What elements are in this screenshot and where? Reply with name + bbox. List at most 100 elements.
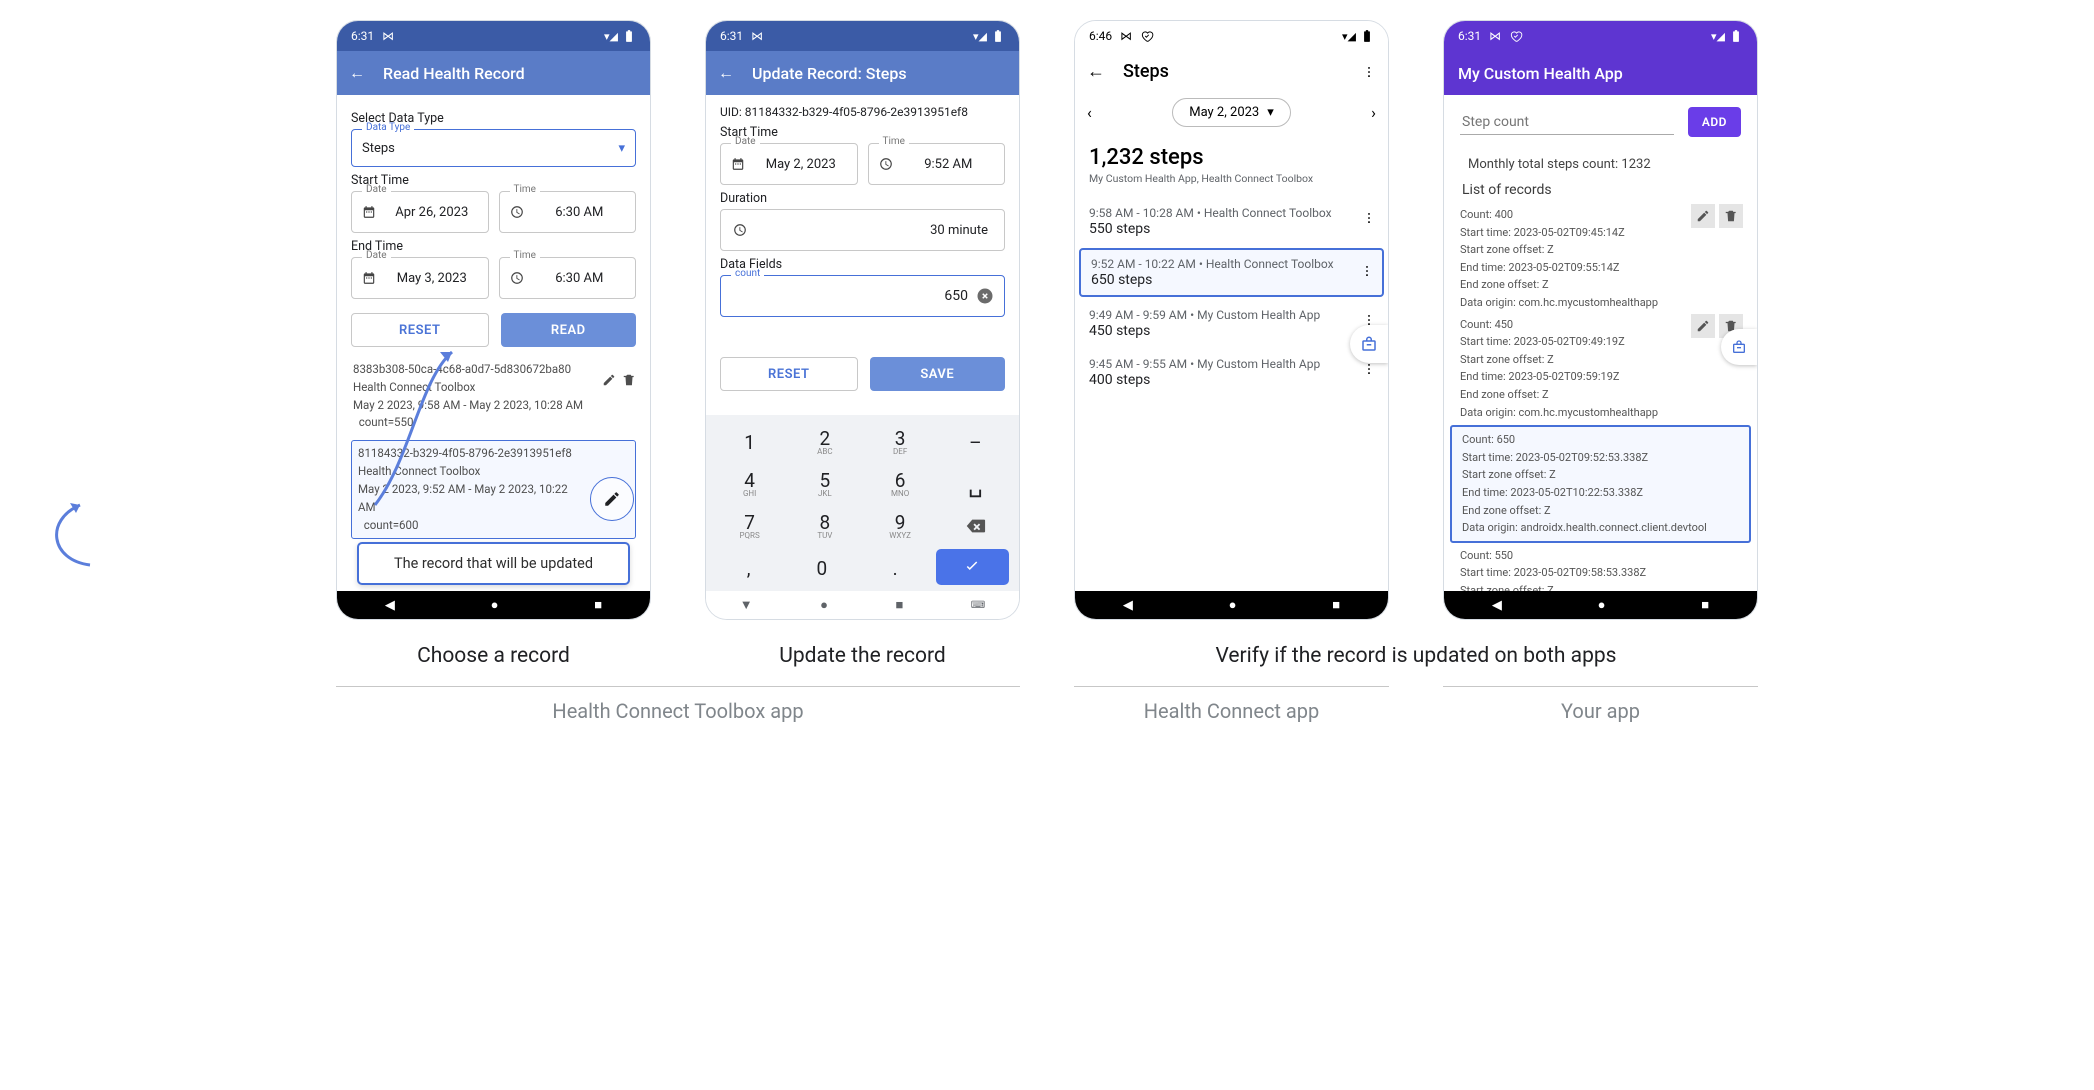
edit-icon[interactable] xyxy=(602,373,616,387)
key-6[interactable]: 6MNO xyxy=(863,463,938,505)
data-type-value: Steps xyxy=(362,141,395,156)
key-9[interactable]: 9WXYZ xyxy=(863,505,938,547)
add-button[interactable]: ADD xyxy=(1688,107,1741,137)
nav-bar: ▼ ● ■ ⌨ xyxy=(706,591,1019,619)
more-icon[interactable] xyxy=(1362,211,1376,225)
nav-back-icon[interactable]: ◀ xyxy=(1123,598,1133,613)
record-item-1: 8383b308-50ca-4c68-a0d7-5d830672ba80 Hea… xyxy=(351,357,636,436)
status-bar: 6:31⋈ ▾◢ xyxy=(1444,21,1757,51)
back-icon[interactable]: ← xyxy=(1087,61,1105,82)
read-button[interactable]: READ xyxy=(501,313,637,347)
end-time-input[interactable]: Time 6:30 AM xyxy=(499,257,637,299)
phone-health-connect: 6:46⋈ ▾◢ ← Steps ‹ May 2, 2023 ▾ › 1,232… xyxy=(1074,20,1389,620)
toolbox-icon xyxy=(1360,335,1378,353)
start-time-label: Start Time xyxy=(351,173,636,188)
back-icon[interactable]: ← xyxy=(349,63,365,83)
next-day-icon[interactable]: › xyxy=(1371,103,1376,122)
sub-caption-1: Health Connect Toolbox app xyxy=(336,686,1020,723)
nav-home-icon[interactable]: ● xyxy=(491,597,499,613)
key-7[interactable]: 7PQRS xyxy=(712,505,787,547)
heart-icon xyxy=(1140,29,1154,43)
start-time-input[interactable]: Time 6:30 AM xyxy=(499,191,637,233)
calendar-icon xyxy=(362,271,376,285)
status-right: ▾◢ xyxy=(604,29,636,43)
date-pick-button[interactable]: May 2, 2023 ▾ xyxy=(1172,98,1291,127)
gmail-icon: ⋈ xyxy=(751,29,763,43)
data-type-select[interactable]: Data Type Steps ▾ xyxy=(351,129,636,167)
delete-icon[interactable] xyxy=(622,373,636,387)
nav-ime-icon[interactable]: ▼ xyxy=(740,597,753,613)
key-comma[interactable]: , xyxy=(712,547,785,589)
edit-button[interactable] xyxy=(1691,204,1715,228)
nav-back-icon[interactable]: ◀ xyxy=(1492,598,1502,613)
key-done[interactable] xyxy=(936,549,1009,585)
date-picker-row: ‹ May 2, 2023 ▾ › xyxy=(1087,98,1376,127)
duration-label: Duration xyxy=(720,191,1005,206)
nav-recent-icon[interactable]: ■ xyxy=(1332,597,1340,613)
key-4[interactable]: 4GHI xyxy=(712,463,787,505)
nav-recent-icon[interactable]: ■ xyxy=(1701,597,1709,613)
key-8[interactable]: 8TUV xyxy=(787,505,862,547)
key-3[interactable]: 3DEF xyxy=(863,421,938,463)
app-bar: ← Steps xyxy=(1075,51,1388,92)
edit-icon xyxy=(1696,319,1710,333)
edit-button-highlight[interactable] xyxy=(590,477,634,521)
key-5[interactable]: 5JKL xyxy=(787,463,862,505)
gmail-icon: ⋈ xyxy=(1489,29,1501,43)
key-space[interactable]: ␣ xyxy=(938,463,1013,505)
end-date-input[interactable]: Date May 3, 2023 xyxy=(351,257,489,299)
count-input[interactable]: count 650 xyxy=(720,275,1005,317)
status-time: 6:31 xyxy=(720,29,743,43)
status-time: 6:46 xyxy=(1089,29,1112,43)
custom-record-3-highlighted: Count: 650Start time: 2023-05-02T09:52:5… xyxy=(1450,425,1751,543)
nav-recent-icon[interactable]: ■ xyxy=(594,597,602,613)
gmail-icon: ⋈ xyxy=(382,29,394,43)
entry-3: 9:49 AM - 9:59 AM • My Custom Health App… xyxy=(1075,299,1388,348)
edit-button[interactable] xyxy=(1691,314,1715,338)
save-button[interactable]: SAVE xyxy=(870,357,1006,391)
nav-bar: ◀ ● ■ xyxy=(1075,591,1388,619)
toolbox-fab[interactable] xyxy=(1721,329,1757,365)
delete-button[interactable] xyxy=(1719,204,1743,228)
key-dash[interactable]: – xyxy=(938,421,1013,463)
monthly-total: Monthly total steps count: 1232 xyxy=(1468,157,1757,172)
uid-label: UID: 81184332-b329-4f05-8796-2e3913951ef… xyxy=(720,105,1005,119)
reset-button[interactable]: RESET xyxy=(720,357,858,391)
more-icon[interactable] xyxy=(1360,264,1374,278)
more-icon[interactable] xyxy=(1362,362,1376,376)
chevron-down-icon: ▾ xyxy=(618,141,625,156)
back-icon[interactable]: ← xyxy=(718,63,734,83)
app-bar: My Custom Health App xyxy=(1444,51,1757,95)
nav-home-icon[interactable]: ● xyxy=(820,597,828,613)
nav-keyboard-icon[interactable]: ⌨ xyxy=(971,600,985,611)
calendar-icon xyxy=(362,205,376,219)
clock-icon xyxy=(510,271,524,285)
nav-bar: ◀ ● ■ xyxy=(337,591,650,619)
status-bar: 6:46⋈ ▾◢ xyxy=(1075,21,1388,51)
start-date-input[interactable]: Date Apr 26, 2023 xyxy=(351,191,489,233)
clear-icon[interactable] xyxy=(976,287,994,305)
callout-tooltip: The record that will be updated xyxy=(357,542,630,585)
time-input[interactable]: Time 9:52 AM xyxy=(868,143,1006,185)
nav-home-icon[interactable]: ● xyxy=(1598,597,1606,613)
step-count-input[interactable] xyxy=(1460,110,1674,135)
calendar-icon xyxy=(731,157,745,171)
key-dot[interactable]: . xyxy=(859,547,932,589)
nav-back-icon[interactable]: ◀ xyxy=(385,598,395,613)
key-2[interactable]: 2ABC xyxy=(787,421,862,463)
nav-home-icon[interactable]: ● xyxy=(1229,597,1237,613)
toolbox-fab[interactable] xyxy=(1350,325,1388,363)
count-value: 650 xyxy=(944,288,968,304)
end-time-label: End Time xyxy=(351,239,636,254)
prev-day-icon[interactable]: ‹ xyxy=(1087,103,1092,122)
clock-icon xyxy=(510,205,524,219)
page-title: My Custom Health App xyxy=(1458,64,1623,83)
reset-button[interactable]: RESET xyxy=(351,313,489,347)
key-0[interactable]: 0 xyxy=(785,547,858,589)
nav-recent-icon[interactable]: ■ xyxy=(895,597,903,613)
key-backspace[interactable] xyxy=(938,505,1013,547)
key-1[interactable]: 1 xyxy=(712,421,787,463)
date-input[interactable]: Date May 2, 2023 xyxy=(720,143,858,185)
duration-input[interactable]: 30 minute xyxy=(720,209,1005,251)
more-icon[interactable] xyxy=(1362,65,1376,79)
